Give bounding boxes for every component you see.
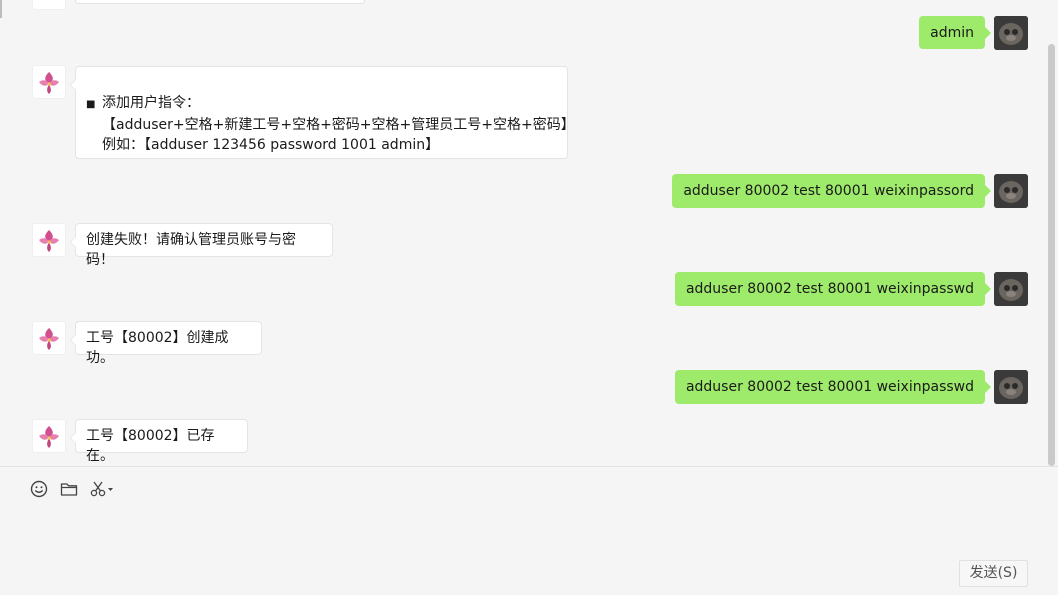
bot-avatar[interactable]	[32, 65, 66, 99]
outgoing-message: admin	[919, 16, 991, 49]
scissors-icon[interactable]	[88, 478, 118, 500]
previous-message-partial	[75, 0, 365, 4]
command-syntax: 【adduser+空格+新建工号+空格+密码+空格+管理员工号+空格+密码】	[102, 117, 575, 133]
user-avatar[interactable]	[994, 370, 1028, 404]
message-text: 添加用户指令：	[102, 95, 200, 111]
incoming-message: 工号【80002】创建成功。	[70, 321, 262, 366]
bot-avatar[interactable]	[32, 419, 66, 453]
avatar	[32, 0, 66, 10]
user-avatar[interactable]	[994, 16, 1028, 50]
folder-icon[interactable]	[58, 478, 80, 500]
outgoing-message: adduser 80002 test 80001 weixinpasswd	[674, 370, 992, 404]
bullet: ■	[86, 99, 96, 110]
chat-history: admin ■ 添加用户指令： 【adduser+空格+新建工号+空格+密码+空格…	[0, 0, 1058, 466]
composer-divider	[0, 466, 1058, 467]
resize-edge	[0, 0, 2, 18]
chat-scrollbar[interactable]	[1048, 44, 1055, 466]
outgoing-message: adduser 80002 test 80001 weixinpassord	[672, 174, 991, 208]
bot-avatar[interactable]	[32, 321, 66, 355]
command-example: 例如：【adduser 123456 password 1001 admin】	[102, 137, 440, 153]
emoji-icon[interactable]	[28, 478, 50, 500]
user-avatar[interactable]	[994, 272, 1028, 306]
bot-avatar[interactable]	[32, 223, 66, 257]
command-help-title: ■ 添加用户指令：	[86, 93, 557, 115]
outgoing-message: adduser 80002 test 80001 weixinpasswd	[674, 272, 992, 306]
incoming-message: 创建失败！请确认管理员账号与密码！	[70, 223, 333, 268]
user-avatar[interactable]	[994, 174, 1028, 208]
message-input[interactable]	[0, 506, 1058, 556]
send-button[interactable]: 发送(S)	[959, 560, 1028, 587]
incoming-message: ■ 添加用户指令： 【adduser+空格+新建工号+空格+密码+空格+管理员工号…	[70, 66, 575, 159]
incoming-message: 工号【80002】已存在。	[70, 419, 248, 464]
